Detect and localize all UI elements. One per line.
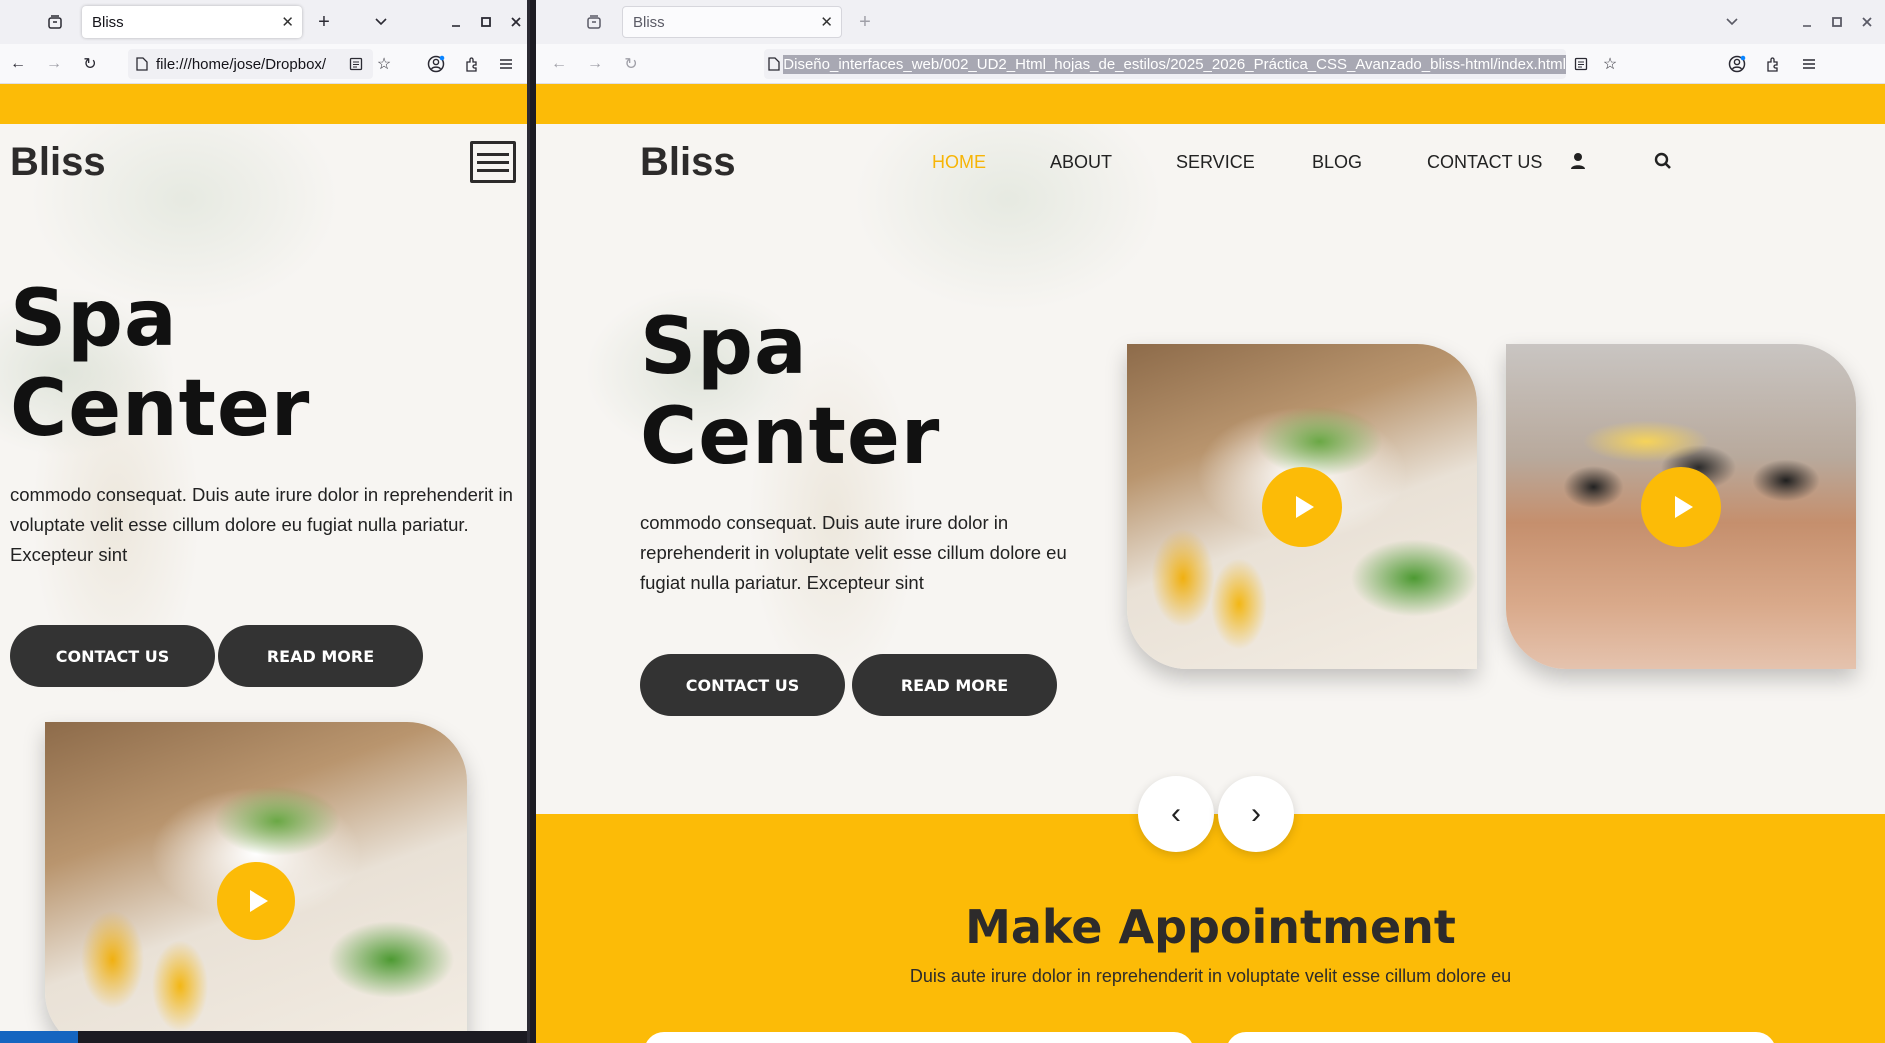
tab-bar: Bliss ✕ + bbox=[536, 0, 1885, 44]
appointment-email-input[interactable] bbox=[1226, 1032, 1776, 1043]
extensions-icon[interactable] bbox=[1759, 50, 1787, 78]
page-icon bbox=[764, 50, 783, 78]
read-more-button[interactable]: READ MORE bbox=[218, 625, 423, 687]
hero-title: Spa Center bbox=[10, 274, 310, 454]
tab-bliss[interactable]: Bliss ✕ bbox=[82, 6, 302, 38]
search-icon[interactable] bbox=[1654, 152, 1676, 174]
prev-slide-button[interactable]: ‹ bbox=[1138, 776, 1214, 852]
appointment-title: Make Appointment bbox=[965, 900, 1456, 954]
next-slide-button[interactable]: › bbox=[1218, 776, 1294, 852]
page-icon bbox=[128, 50, 156, 78]
close-tab-icon[interactable]: ✕ bbox=[820, 13, 833, 31]
menu-icon[interactable] bbox=[1795, 50, 1823, 78]
tab-bar: Bliss ✕ + bbox=[0, 0, 527, 44]
hero-title-line-1: Spa bbox=[640, 302, 808, 392]
tab-list-icon[interactable] bbox=[41, 8, 69, 36]
account-icon[interactable] bbox=[422, 50, 450, 78]
page-content: Bliss HOME ABOUT SERVICE BLOG CONTACT US… bbox=[536, 84, 1885, 1043]
appointment-name-input[interactable] bbox=[644, 1032, 1194, 1043]
close-tab-icon[interactable]: ✕ bbox=[281, 13, 294, 31]
url-text: Diseño_interfaces_web/002_UD2_Html_hojas… bbox=[783, 54, 1566, 74]
page-content: Bliss Spa Center commodo consequat. Duis… bbox=[0, 84, 527, 1043]
play-icon[interactable] bbox=[1262, 467, 1342, 547]
nav-blog[interactable]: BLOG bbox=[1312, 152, 1362, 173]
maximize-icon[interactable] bbox=[472, 8, 500, 36]
hero-title-line-1: Spa bbox=[10, 274, 178, 364]
user-icon[interactable] bbox=[1570, 152, 1592, 174]
nav-home[interactable]: HOME bbox=[932, 152, 986, 173]
reader-mode-icon[interactable] bbox=[1567, 50, 1595, 78]
play-icon[interactable] bbox=[1641, 467, 1721, 547]
top-strip bbox=[0, 84, 527, 124]
slide-card-2 bbox=[1506, 344, 1856, 669]
reload-icon[interactable]: ↻ bbox=[617, 50, 645, 78]
new-tab-icon[interactable]: + bbox=[310, 8, 338, 36]
close-window-icon[interactable] bbox=[1853, 8, 1881, 36]
extensions-icon[interactable] bbox=[458, 50, 486, 78]
forward-icon[interactable]: → bbox=[581, 50, 609, 78]
site-logo[interactable]: Bliss bbox=[10, 140, 106, 185]
nav-bar: ← → ↻ Diseño_interfaces_web/002_UD2_Html… bbox=[536, 44, 1885, 84]
minimize-icon[interactable] bbox=[442, 8, 470, 36]
hero-image-card bbox=[45, 722, 467, 1043]
back-icon[interactable]: ← bbox=[4, 50, 32, 78]
browser-window-left: Bliss ✕ + ← → ↻ file:///home/jose/Dropbo… bbox=[0, 0, 530, 1043]
nav-service[interactable]: SERVICE bbox=[1176, 152, 1255, 173]
back-icon[interactable]: ← bbox=[545, 50, 573, 78]
menu-icon[interactable] bbox=[492, 50, 520, 78]
nav-bar: ← → ↻ file:///home/jose/Dropbox/ ☆ bbox=[0, 44, 527, 84]
tab-title: Bliss bbox=[633, 13, 665, 31]
bookmark-star-icon[interactable]: ☆ bbox=[370, 50, 398, 78]
contact-us-button[interactable]: CONTACT US bbox=[10, 625, 215, 687]
bookmark-star-icon[interactable]: ☆ bbox=[1596, 50, 1624, 78]
hero-title-line-2: Center bbox=[10, 364, 311, 454]
tab-overflow-icon[interactable] bbox=[367, 8, 395, 36]
url-bar[interactable]: file:///home/jose/Dropbox/ bbox=[128, 49, 373, 79]
hero-title-line-2: Center bbox=[640, 392, 941, 482]
nav-about[interactable]: ABOUT bbox=[1050, 152, 1112, 173]
taskbar bbox=[0, 1031, 527, 1043]
nav-contact-us[interactable]: CONTACT US bbox=[1427, 152, 1542, 173]
contact-us-button[interactable]: CONTACT US bbox=[640, 654, 845, 716]
minimize-icon[interactable] bbox=[1793, 8, 1821, 36]
taskbar-active-item bbox=[0, 1031, 78, 1043]
hero-description: commodo consequat. Duis aute irure dolor… bbox=[10, 484, 513, 565]
tab-title: Bliss bbox=[92, 13, 124, 31]
maximize-icon[interactable] bbox=[1823, 8, 1851, 36]
top-strip bbox=[536, 84, 1885, 124]
hero-description: commodo consequat. Duis aute irure dolor… bbox=[640, 512, 1067, 593]
url-text: file:///home/jose/Dropbox/ bbox=[156, 55, 327, 73]
appointment-subtitle: Duis aute irure dolor in reprehenderit i… bbox=[909, 966, 1512, 986]
reader-mode-icon[interactable] bbox=[342, 50, 370, 78]
slide-card-1 bbox=[1127, 344, 1477, 669]
hamburger-icon[interactable] bbox=[470, 141, 516, 183]
browser-window-right: Bliss ✕ + ← → ↻ Diseño_interfaces_web/00… bbox=[536, 0, 1885, 1043]
play-icon[interactable] bbox=[217, 862, 295, 940]
site-logo[interactable]: Bliss bbox=[640, 140, 736, 185]
account-icon[interactable] bbox=[1723, 50, 1751, 78]
read-more-button[interactable]: READ MORE bbox=[852, 654, 1057, 716]
url-bar[interactable]: Diseño_interfaces_web/002_UD2_Html_hojas… bbox=[764, 49, 1566, 79]
tab-list-icon[interactable] bbox=[580, 8, 608, 36]
close-window-icon[interactable] bbox=[502, 8, 527, 36]
new-tab-icon[interactable]: + bbox=[851, 8, 879, 36]
tab-bliss[interactable]: Bliss ✕ bbox=[622, 6, 842, 38]
reload-icon[interactable]: ↻ bbox=[76, 50, 104, 78]
tab-overflow-icon[interactable] bbox=[1718, 8, 1746, 36]
hero-title: Spa Center bbox=[640, 302, 940, 482]
forward-icon[interactable]: → bbox=[40, 50, 68, 78]
